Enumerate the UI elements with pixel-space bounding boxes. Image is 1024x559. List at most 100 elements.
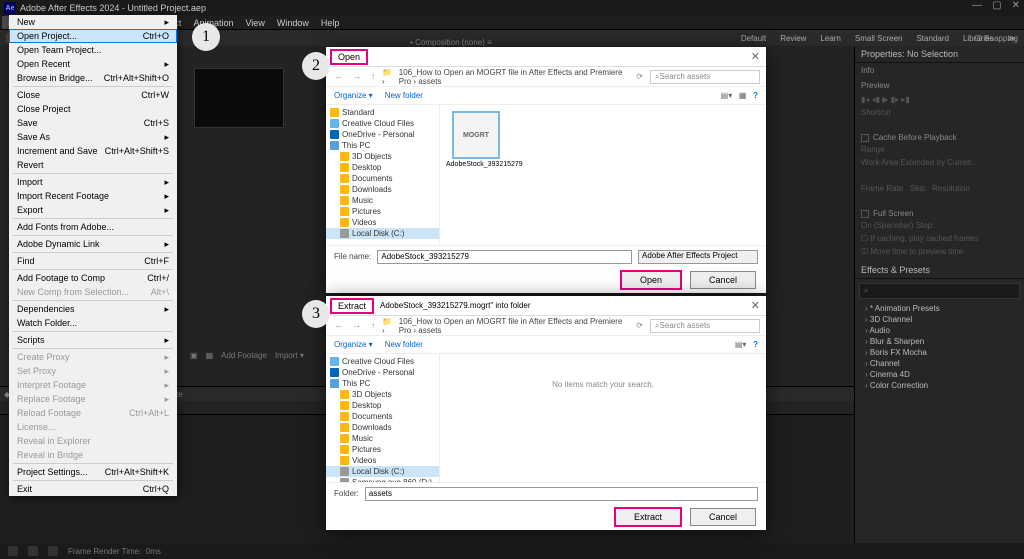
forward-icon[interactable]: → (350, 72, 364, 81)
tree-item[interactable]: Music (326, 195, 439, 206)
menu-item-adobe-dynamic-link[interactable]: Adobe Dynamic Link▸ (9, 237, 177, 251)
menu-item-dependencies[interactable]: Dependencies▸ (9, 302, 177, 316)
tree-item[interactable]: Videos (326, 217, 439, 228)
composition-panel-tab[interactable]: ▪ Composition (none) ≡ (410, 38, 492, 47)
tree-item[interactable]: Documents (326, 411, 439, 422)
menu-item-increment-and-save[interactable]: Increment and SaveCtrl+Alt+Shift+S (9, 144, 177, 158)
tree-item[interactable]: Local Disk (C:) (326, 466, 439, 477)
workspace-review[interactable]: Review (780, 34, 806, 43)
menu-item-add-footage-to-comp[interactable]: Add Footage to CompCtrl+/ (9, 271, 177, 285)
workspace-standard[interactable]: Standard (916, 34, 948, 43)
close-button[interactable]: ✕ (1012, 0, 1020, 11)
up-icon[interactable]: ↑ (368, 72, 378, 81)
status-icon[interactable] (8, 546, 18, 556)
tree-item[interactable]: This PC (326, 140, 439, 151)
tree-item[interactable]: Videos (326, 455, 439, 466)
refresh-icon[interactable]: ⟳ (633, 72, 646, 81)
menu-item-exit[interactable]: ExitCtrl+Q (9, 482, 177, 496)
file-area[interactable]: MOGRT AdobeStock_393215279 (440, 105, 766, 245)
filename-input[interactable] (377, 250, 632, 264)
menu-item-save[interactable]: SaveCtrl+S (9, 116, 177, 130)
search-input[interactable]: ⌕ Search assets (650, 70, 760, 84)
workspace-learn[interactable]: Learn (820, 34, 840, 43)
tree-item[interactable]: Desktop (326, 162, 439, 173)
forward-icon[interactable]: → (350, 321, 364, 330)
tree-item[interactable]: OneDrive - Personal (326, 129, 439, 140)
tree-item[interactable]: Samsung evo 860 (D:) (326, 477, 439, 482)
menu-item-new[interactable]: New▸ (9, 15, 177, 29)
effect-category[interactable]: Blur & Sharpen (855, 336, 1024, 347)
menu-item-close[interactable]: CloseCtrl+W (9, 88, 177, 102)
workspace-libraries[interactable]: Libraries (963, 34, 994, 43)
folder-input[interactable] (365, 487, 758, 501)
close-icon[interactable]: ✕ (751, 50, 760, 63)
menu-item-scripts[interactable]: Scripts▸ (9, 333, 177, 347)
tree-item[interactable]: OneDrive - Personal (326, 367, 439, 378)
tree-item[interactable]: Local Disk (C:) (326, 228, 439, 239)
effects-presets-panel[interactable]: Effects & Presets (855, 262, 1024, 279)
workspace-default[interactable]: Default (741, 34, 766, 43)
tree-item[interactable]: Documents (326, 173, 439, 184)
menu-item-import-recent-footage[interactable]: Import Recent Footage▸ (9, 189, 177, 203)
info-panel[interactable]: Info (855, 63, 1024, 78)
up-icon[interactable]: ↑ (368, 321, 378, 330)
menu-item-open-team-project-[interactable]: Open Team Project... (9, 43, 177, 57)
footage-tool-icon[interactable]: ▣ (190, 351, 198, 360)
status-icon[interactable] (28, 546, 38, 556)
effect-category[interactable]: 3D Channel (855, 314, 1024, 325)
menu-item-watch-folder-[interactable]: Watch Folder... (9, 316, 177, 330)
menu-view[interactable]: View (239, 16, 270, 29)
back-icon[interactable]: ← (332, 321, 346, 330)
preview-panel[interactable]: Preview (855, 78, 1024, 93)
status-icon[interactable] (48, 546, 58, 556)
extract-button[interactable]: Extract (614, 507, 682, 527)
effect-category[interactable]: Audio (855, 325, 1024, 336)
effect-category[interactable]: Boris FX Mocha (855, 347, 1024, 358)
effect-category[interactable]: Color Correction (855, 380, 1024, 391)
menu-item-add-fonts-from-adobe-[interactable]: Add Fonts from Adobe... (9, 220, 177, 234)
menu-item-open-project-[interactable]: Open Project...Ctrl+O (9, 29, 177, 43)
breadcrumb[interactable]: 📁 › 106_How to Open an MOGRT file in Aft… (382, 317, 629, 335)
minimize-button[interactable]: — (972, 0, 982, 11)
effects-search-input[interactable]: ⌕ (859, 283, 1020, 299)
menu-item-open-recent[interactable]: Open Recent▸ (9, 57, 177, 71)
open-button[interactable]: Open (620, 270, 682, 290)
tree-item[interactable]: 3D Objects (326, 389, 439, 400)
cancel-button[interactable]: Cancel (690, 271, 756, 289)
search-input[interactable]: ⌕ Search assets (650, 319, 760, 333)
menu-item-export[interactable]: Export▸ (9, 203, 177, 217)
tree-item[interactable]: 3D Objects (326, 151, 439, 162)
file-filter-select[interactable]: Adobe After Effects Project (638, 250, 758, 264)
menu-item-find[interactable]: FindCtrl+F (9, 254, 177, 268)
new-folder-button[interactable]: New folder (385, 91, 423, 100)
tree-item[interactable]: Pictures (326, 444, 439, 455)
new-folder-button[interactable]: New folder (385, 340, 423, 349)
menu-item-save-as[interactable]: Save As▸ (9, 130, 177, 144)
organize-button[interactable]: Organize ▾ (334, 340, 373, 349)
close-icon[interactable]: ✕ (751, 299, 760, 312)
footage-tool-icon[interactable]: ▦ (206, 351, 214, 360)
effect-category[interactable]: Channel (855, 358, 1024, 369)
tree-item[interactable]: Standard (326, 107, 439, 118)
menu-item-revert[interactable]: Revert (9, 158, 177, 172)
organize-button[interactable]: Organize ▾ (334, 91, 373, 100)
maximize-button[interactable]: ▢ (992, 0, 1001, 11)
tree-item[interactable]: This PC (326, 378, 439, 389)
tree-item[interactable]: Music (326, 433, 439, 444)
tree-item[interactable]: Pictures (326, 206, 439, 217)
workspace-more[interactable]: ≫ (1008, 34, 1016, 43)
effect-category[interactable]: Cinema 4D (855, 369, 1024, 380)
file-area[interactable]: No items match your search. (440, 354, 766, 482)
tree-item[interactable]: Downloads (326, 184, 439, 195)
menu-item-browse-in-bridge-[interactable]: Browse in Bridge...Ctrl+Alt+Shift+O (9, 71, 177, 85)
menu-window[interactable]: Window (271, 16, 315, 29)
breadcrumb[interactable]: 📁 › 106_How to Open an MOGRT file in Aft… (382, 68, 629, 86)
tree-item[interactable]: Desktop (326, 400, 439, 411)
cancel-button[interactable]: Cancel (690, 508, 756, 526)
back-icon[interactable]: ← (332, 72, 346, 81)
menu-item-project-settings-[interactable]: Project Settings...Ctrl+Alt+Shift+K (9, 465, 177, 479)
tree-item[interactable]: Creative Cloud Files (326, 356, 439, 367)
refresh-icon[interactable]: ⟳ (633, 321, 646, 330)
tree-item[interactable]: Creative Cloud Files (326, 118, 439, 129)
menu-item-close-project[interactable]: Close Project (9, 102, 177, 116)
